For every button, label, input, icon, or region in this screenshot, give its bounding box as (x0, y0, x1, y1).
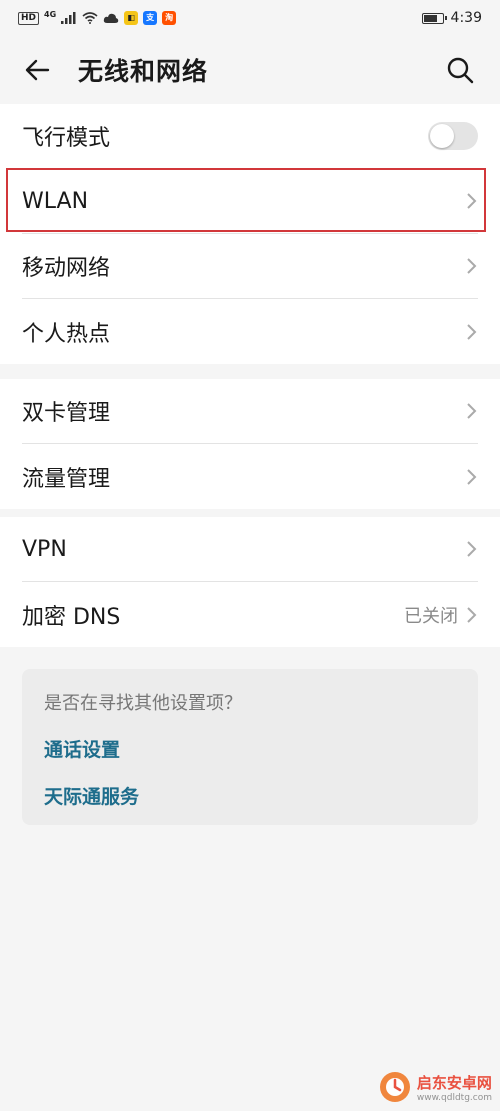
row-label: 飞行模式 (22, 126, 111, 151)
settings-group-sim: 双卡管理 流量管理 (0, 379, 500, 509)
row-airplane-mode[interactable]: 飞行模式 (22, 104, 478, 169)
row-dual-sim[interactable]: 双卡管理 (22, 379, 478, 444)
watermark: 启东安卓网 www.qdldtg.com (379, 1071, 492, 1103)
row-label: 加密 DNS (22, 604, 121, 630)
row-hotspot[interactable]: 个人热点 (22, 299, 478, 364)
settings-group-network: 飞行模式 WLAN 移动网络 个人热点 (0, 104, 500, 364)
search-icon[interactable] (444, 54, 476, 86)
row-label: 双卡管理 (22, 401, 111, 426)
battery-level (423, 14, 438, 22)
link-call-settings[interactable]: 通话设置 (44, 735, 456, 762)
status-bar: HD 4G ◧ 支 淘 4:39 (0, 0, 500, 36)
wifi-icon (82, 12, 98, 24)
signal-icon (61, 12, 76, 24)
link-skytone-service[interactable]: 天际通服务 (44, 782, 456, 809)
watermark-logo-icon (379, 1072, 410, 1102)
watermark-url: www.qdldtg.com (416, 1092, 492, 1103)
page-title: 无线和网络 (78, 57, 209, 86)
chevron-right-icon (467, 468, 477, 485)
suggestions-question: 是否在寻找其他设置项？ (44, 693, 242, 714)
battery-icon (421, 12, 447, 24)
chevron-right-icon (467, 258, 477, 274)
taobao-icon: 淘 (162, 11, 177, 25)
watermark-text: 启东安卓网 www.qdldtg.com (417, 1072, 492, 1103)
hd-indicator: HD (18, 11, 40, 25)
row-value: 已关闭 (404, 605, 458, 627)
clock: 4:39 (450, 10, 482, 26)
suggestions-card: 是否在寻找其他设置项？ 通话设置 天际通服务 (22, 669, 478, 825)
chevron-right-icon (467, 193, 477, 209)
app-notification-icon: ◧ (124, 11, 139, 25)
airplane-mode-toggle[interactable] (428, 122, 478, 150)
cloud-icon (103, 13, 119, 23)
row-label: 移动网络 (22, 256, 111, 281)
chevron-right-icon (467, 606, 477, 623)
row-data-usage[interactable]: 流量管理 (22, 444, 478, 509)
alipay-icon: 支 (143, 11, 158, 25)
row-mobile-network[interactable]: 移动网络 (22, 234, 478, 299)
status-bar-right: 4:39 (421, 10, 482, 26)
chevron-right-icon (467, 541, 477, 557)
row-encrypted-dns[interactable]: 加密 DNS 已关闭 (22, 582, 478, 647)
status-bar-left: HD 4G ◧ 支 淘 (18, 9, 177, 25)
app-bar: 无线和网络 (0, 36, 500, 104)
row-label: WLAN (22, 188, 89, 214)
row-wlan[interactable]: WLAN (22, 169, 478, 234)
row-vpn[interactable]: VPN (22, 517, 478, 582)
row-right: 已关闭 (404, 602, 478, 628)
toggle-knob (430, 124, 454, 148)
chevron-right-icon (467, 403, 477, 419)
chevron-right-icon (467, 323, 477, 340)
back-arrow-icon[interactable] (22, 54, 54, 86)
row-label: 个人热点 (22, 321, 111, 347)
watermark-name: 启东安卓网 (416, 1073, 492, 1092)
row-label: 流量管理 (22, 466, 111, 492)
row-label: VPN (22, 536, 67, 562)
settings-group-privacy: VPN 加密 DNS 已关闭 (0, 517, 500, 647)
network-type: 4G (44, 9, 57, 19)
